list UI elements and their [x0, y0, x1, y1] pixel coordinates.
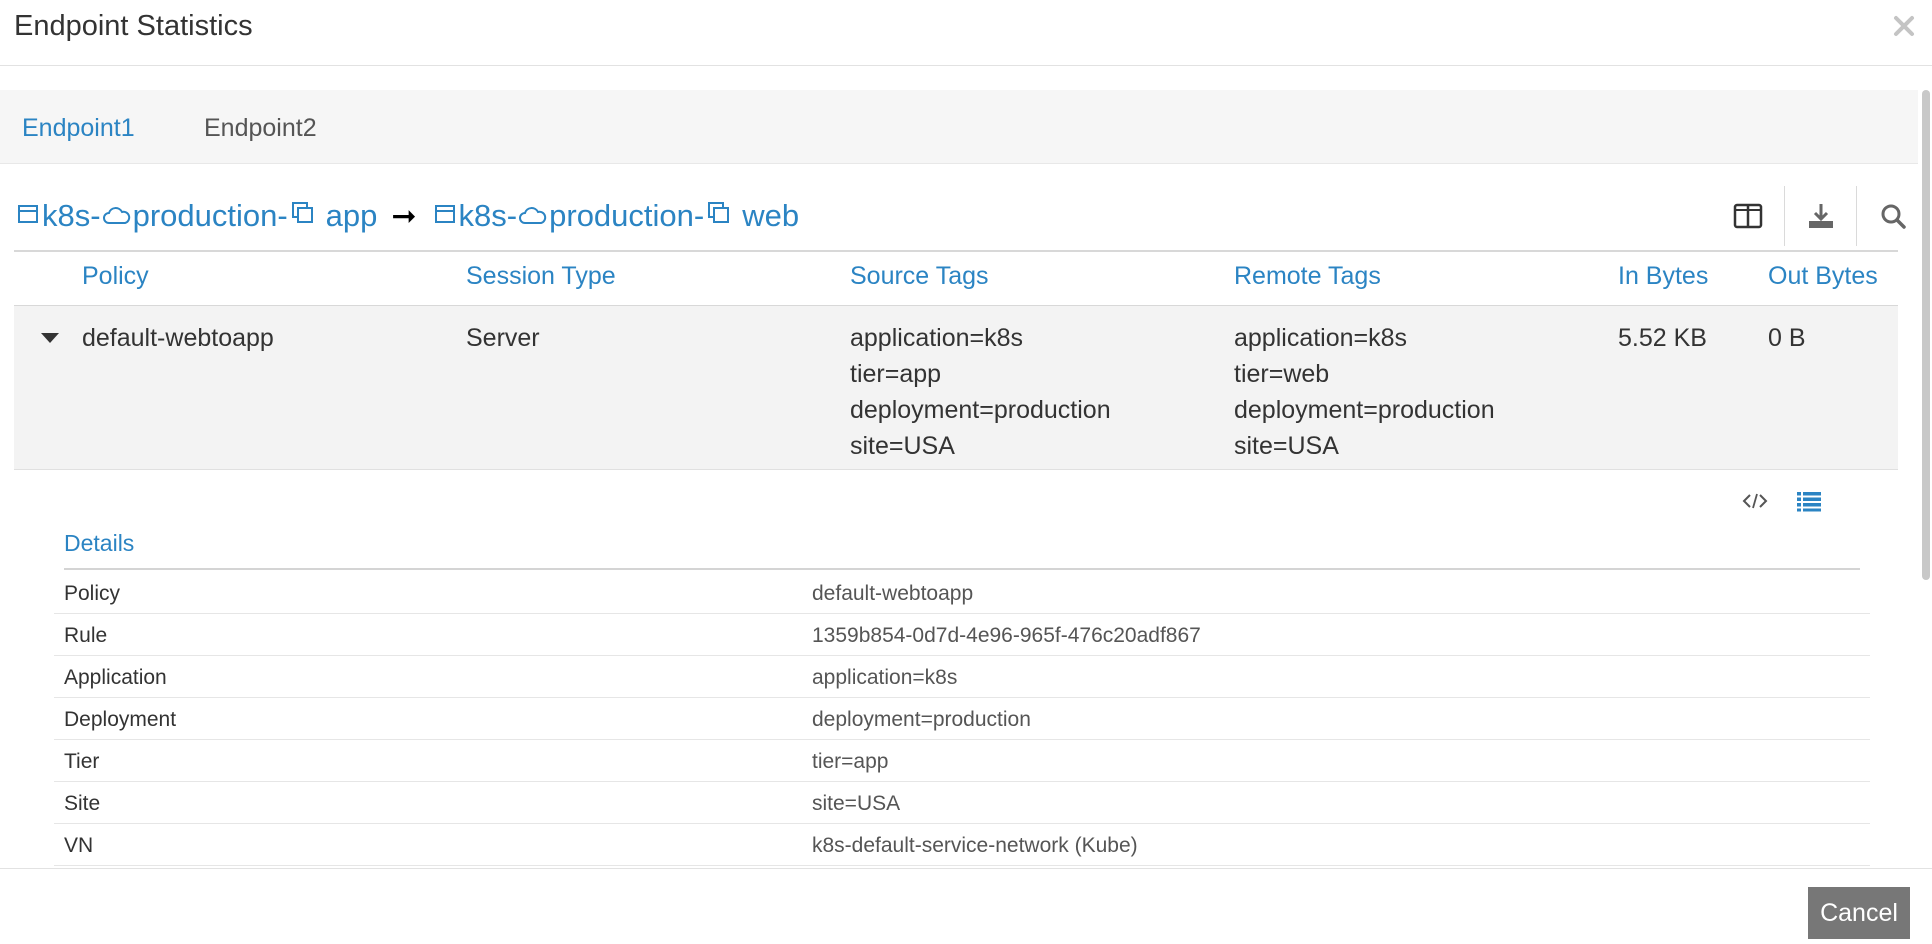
scrollbar[interactable]	[1920, 90, 1932, 610]
grid-header: Policy Session Type Source Tags Remote T…	[14, 250, 1898, 306]
divider	[64, 568, 1860, 570]
copy-icon	[706, 198, 732, 234]
columns-icon[interactable]	[1712, 186, 1784, 246]
remote-tag: tier=web	[1234, 360, 1330, 388]
source-tag: deployment=production	[850, 396, 1111, 424]
cloud-icon	[519, 198, 547, 234]
detail-row-site: Site site=USA	[54, 782, 1870, 824]
code-icon[interactable]	[1740, 486, 1770, 516]
column-header-out-bytes[interactable]: Out Bytes	[1768, 262, 1878, 291]
column-header-in-bytes[interactable]: In Bytes	[1618, 262, 1708, 291]
search-icon[interactable]	[1856, 186, 1928, 246]
close-icon[interactable]	[1890, 12, 1918, 40]
source-tag: tier=app	[850, 360, 942, 388]
detail-value: site=USA	[812, 792, 901, 815]
cell-out-bytes: 0 B	[1768, 324, 1806, 352]
detail-row-policy: Policy default-webtoapp	[54, 572, 1870, 614]
detail-value: 1359b854-0d7d-4e96-965f-476c20adf867	[812, 624, 1201, 647]
endpoint-statistics-modal: Endpoint Statistics Endpoint1 Endpoint2 …	[0, 0, 1932, 944]
detail-key: VN	[64, 834, 94, 857]
detail-key: Deployment	[64, 708, 177, 731]
scrollbar-thumb[interactable]	[1922, 90, 1930, 580]
destination-deployment: production-	[549, 198, 705, 233]
cancel-button[interactable]: Cancel	[1808, 887, 1910, 939]
cell-remote-tags: application=k8s tier=web deployment=prod…	[1234, 320, 1495, 464]
source-prefix: k8s-	[42, 198, 101, 233]
window-icon	[433, 198, 457, 234]
detail-key: Rule	[64, 624, 108, 647]
detail-value: default-webtoapp	[812, 582, 974, 605]
column-header-policy[interactable]: Policy	[82, 262, 149, 291]
cell-source-tags: application=k8s tier=app deployment=prod…	[850, 320, 1111, 464]
arrow-right-icon: ➞	[391, 199, 417, 233]
grid-toolbar	[1712, 186, 1932, 246]
remote-tag: site=USA	[1234, 432, 1339, 460]
source-deployment: production-	[132, 198, 288, 233]
column-header-source-tags[interactable]: Source Tags	[850, 262, 989, 291]
table-row[interactable]: default-webtoapp Server application=k8s …	[14, 306, 1898, 470]
destination-tier: web	[742, 198, 800, 233]
tab-endpoint1[interactable]: Endpoint1	[22, 114, 135, 143]
detail-row-rule: Rule 1359b854-0d7d-4e96-965f-476c20adf86…	[54, 614, 1870, 656]
detail-value: deployment=production	[812, 708, 1031, 731]
caret-down-icon[interactable]	[38, 326, 62, 350]
tab-endpoint2[interactable]: Endpoint2	[204, 114, 317, 143]
detail-value: application=k8s	[812, 666, 958, 689]
detail-key: Tier	[64, 750, 100, 773]
source-tag: application=k8s	[850, 324, 1024, 352]
details-view-toggle	[1740, 486, 1830, 516]
source-tier: app	[325, 198, 378, 233]
detail-key: Policy	[64, 582, 121, 605]
grid-title: k8s- production- app ➞ k8s- production- …	[14, 196, 799, 236]
modal-title: Endpoint Statistics	[14, 10, 253, 42]
detail-row-deployment: Deployment deployment=production	[54, 698, 1870, 740]
modal-header: Endpoint Statistics	[0, 0, 1932, 66]
detail-value: k8s-default-service-network (Kube)	[812, 834, 1138, 857]
detail-row-vn: VN k8s-default-service-network (Kube)	[54, 824, 1870, 866]
modal-body: Endpoint1 Endpoint2 k8s- production- app…	[0, 66, 1932, 868]
modal-footer: Cancel	[0, 868, 1932, 944]
list-icon[interactable]	[1794, 486, 1824, 516]
destination-endpoint: k8s- production- web	[431, 198, 800, 234]
column-header-remote-tags[interactable]: Remote Tags	[1234, 262, 1381, 291]
detail-value: tier=app	[812, 750, 889, 773]
source-endpoint: k8s- production- app	[14, 198, 377, 234]
detail-row-tier: Tier tier=app	[54, 740, 1870, 782]
destination-prefix: k8s-	[458, 198, 518, 233]
cloud-icon	[102, 198, 131, 234]
cell-session-type: Server	[466, 324, 540, 352]
detail-row-application: Application application=k8s	[54, 656, 1870, 698]
cell-policy: default-webtoapp	[82, 324, 274, 352]
source-tag: site=USA	[850, 432, 955, 460]
cell-in-bytes: 5.52 KB	[1618, 324, 1707, 352]
column-header-session-type[interactable]: Session Type	[466, 262, 616, 291]
tabs-bar: Endpoint1 Endpoint2	[0, 90, 1918, 164]
detail-key: Site	[64, 792, 101, 815]
download-icon[interactable]	[1784, 186, 1856, 246]
remote-tag: application=k8s	[1234, 324, 1408, 352]
copy-icon	[290, 198, 316, 234]
remote-tag: deployment=production	[1234, 396, 1495, 424]
detail-key: Application	[64, 666, 167, 689]
window-icon	[16, 198, 40, 234]
details-title: Details	[64, 530, 135, 556]
